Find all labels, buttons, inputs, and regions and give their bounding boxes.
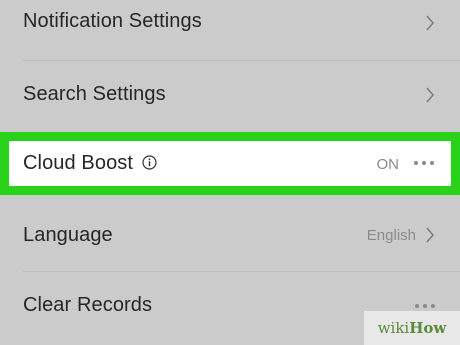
more-icon[interactable] — [415, 304, 435, 308]
settings-item-notification[interactable]: Notification Settings — [0, 0, 460, 46]
more-icon[interactable] — [414, 161, 434, 165]
watermark-how: How — [409, 319, 447, 337]
info-icon[interactable] — [142, 155, 157, 170]
chevron-right-icon — [424, 226, 436, 244]
settings-item-cloud-boost[interactable]: Cloud Boost ON — [0, 132, 460, 195]
wikihow-watermark: wiki How — [364, 311, 460, 345]
language-value: English — [366, 227, 416, 244]
cloud-boost-status: ON — [376, 156, 400, 173]
chevron-right-icon — [424, 14, 436, 32]
settings-item-label: Language — [23, 224, 113, 246]
watermark-wiki: wiki — [377, 319, 410, 337]
settings-item-label: Search Settings — [23, 83, 166, 105]
settings-item-label: Clear Records — [23, 294, 153, 316]
settings-item-language[interactable]: Language English — [0, 200, 460, 270]
chevron-right-icon — [424, 86, 436, 104]
settings-item-label: Notification Settings — [23, 10, 202, 32]
settings-item-search[interactable]: Search Settings — [0, 61, 460, 131]
settings-item-label: Cloud Boost — [23, 152, 134, 174]
